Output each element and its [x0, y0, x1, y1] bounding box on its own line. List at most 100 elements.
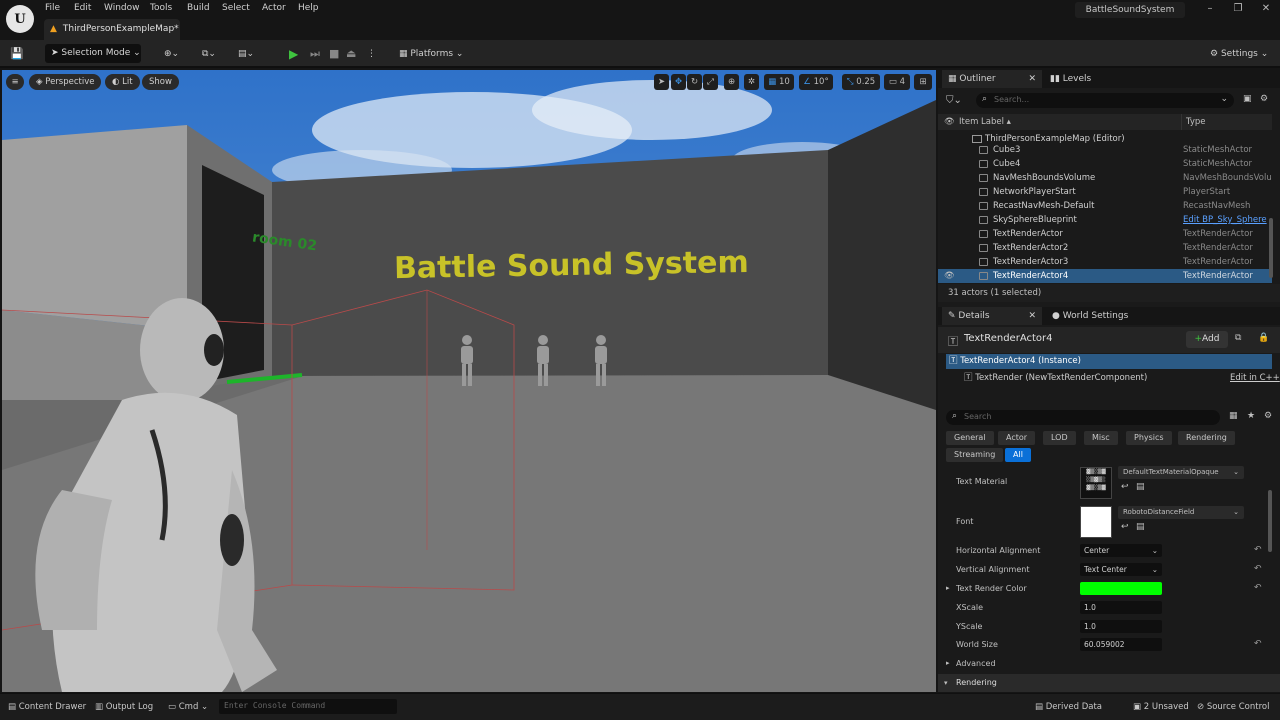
category-lod[interactable]: LOD	[1043, 431, 1076, 445]
level-tab[interactable]: ▲ ThirdPersonExampleMap*	[44, 19, 180, 40]
reset-icon[interactable]: ↶	[1254, 635, 1262, 654]
blueprint-icon[interactable]: ⧉	[1235, 333, 1241, 343]
component-row[interactable]: 🅃 TextRender (NewTextRenderComponent)	[964, 371, 1147, 386]
details-settings-icon[interactable]: ⚙	[1264, 411, 1272, 421]
camera-speed-button[interactable]: ▭ 4	[884, 74, 910, 90]
selection-mode-dropdown[interactable]: ➤ Selection Mode ⌄	[45, 44, 141, 63]
add-folder-icon[interactable]: ▣	[1243, 94, 1252, 104]
outliner-row[interactable]: Cube4 StaticMeshActor	[938, 157, 1272, 171]
show-button[interactable]: Show	[142, 74, 179, 90]
outliner-row[interactable]: NavMeshBoundsVolume NavMeshBoundsVolu	[938, 171, 1272, 185]
platforms-dropdown[interactable]: ▦ Platforms ⌄	[399, 45, 463, 63]
surface-snap-icon[interactable]: ✲	[744, 74, 759, 90]
col-item-label[interactable]: Item Label ▴	[959, 114, 1011, 130]
category-actor[interactable]: Actor	[998, 431, 1036, 445]
outliner-settings-icon[interactable]: ⚙	[1260, 94, 1268, 104]
menu-file[interactable]: File	[45, 3, 60, 17]
star-icon[interactable]: ★	[1247, 411, 1255, 421]
menu-edit[interactable]: Edit	[74, 3, 91, 17]
outliner-row[interactable]: TextRenderActor TextRenderActor	[938, 227, 1272, 241]
world-size-input[interactable]: 60.059002	[1080, 638, 1162, 651]
color-swatch[interactable]	[1080, 582, 1162, 595]
cinematics-icon[interactable]: ▤⌄	[238, 45, 254, 63]
outliner-search-input[interactable]: ⌕ Search... ⌄	[976, 93, 1234, 108]
font-thumbnail[interactable]	[1080, 506, 1112, 538]
outliner-row[interactable]: TextRenderActor2 TextRenderActor	[938, 241, 1272, 255]
outliner-row[interactable]: NetworkPlayerStart PlayerStart	[938, 185, 1272, 199]
perspective-button[interactable]: ◈ Perspective	[29, 74, 102, 90]
lit-button[interactable]: ◐ Lit	[105, 74, 140, 90]
outliner-tab[interactable]: ▦ Outliner ✕	[942, 70, 1042, 88]
output-log-button[interactable]: ▥ Output Log	[95, 700, 153, 714]
category-misc[interactable]: Misc	[1084, 431, 1118, 445]
edit-blueprint-link[interactable]: Edit BP_Sky_Sphere	[1183, 213, 1267, 227]
menu-window[interactable]: Window	[104, 3, 140, 17]
use-selected-icon[interactable]: ↩	[1121, 482, 1129, 492]
actor-name-field[interactable]: TextRenderActor4	[964, 333, 1053, 344]
level-viewport[interactable]: room 02 Battle Sound System ≡ ◈ Perspect…	[2, 70, 936, 692]
details-tab[interactable]: ✎ Details ✕	[942, 307, 1042, 325]
edit-in-cpp-link[interactable]: Edit in C++	[1230, 371, 1280, 386]
font-picker[interactable]: RobotoDistanceField ⌄	[1118, 506, 1244, 519]
advanced-row[interactable]: ▸ Advanced	[938, 654, 1272, 673]
visibility-icon[interactable]: 👁	[944, 114, 955, 130]
derived-data-button[interactable]: ▤ Derived Data	[1035, 700, 1102, 714]
outliner-row[interactable]: Cube3 StaticMeshActor	[938, 143, 1272, 157]
browse-icon[interactable]: ▤	[1136, 482, 1145, 492]
cmd-dropdown[interactable]: ▭ Cmd ⌄	[168, 700, 208, 714]
maximize-icon[interactable]: ❐	[1228, 3, 1248, 17]
select-tool-icon[interactable]: ➤	[654, 74, 669, 90]
use-selected-icon[interactable]: ↩	[1121, 522, 1129, 532]
lock-icon[interactable]: 🔒	[1258, 333, 1269, 343]
outliner-row[interactable]: SkySphereBlueprint Edit BP_Sky_Sphere	[938, 213, 1272, 227]
rotate-tool-icon[interactable]: ↻	[687, 74, 702, 90]
minimize-icon[interactable]: –	[1200, 3, 1220, 17]
details-scrollbar[interactable]	[1268, 490, 1272, 552]
eject-icon[interactable]: ⏏	[346, 45, 356, 63]
category-physics[interactable]: Physics	[1126, 431, 1172, 445]
viewport-menu-icon[interactable]: ≡	[6, 74, 24, 90]
outliner-row[interactable]: RecastNavMesh-Default RecastNavMesh	[938, 199, 1272, 213]
outliner-row[interactable]: TextRenderActor3 TextRenderActor	[938, 255, 1272, 269]
unreal-logo-icon[interactable]: U	[6, 5, 34, 33]
menu-tools[interactable]: Tools	[150, 3, 172, 17]
vertical-alignment-select[interactable]: Text Center ⌄	[1080, 563, 1162, 576]
save-icon[interactable]: 💾	[10, 45, 24, 63]
scene-title-text[interactable]: Battle Sound System	[394, 245, 749, 286]
world-settings-tab[interactable]: ● World Settings	[1052, 307, 1128, 325]
reset-icon[interactable]: ↶	[1254, 541, 1262, 560]
category-all[interactable]: All	[1005, 448, 1031, 462]
category-rendering[interactable]: Rendering	[1178, 431, 1235, 445]
menu-actor[interactable]: Actor	[262, 3, 286, 17]
levels-tab[interactable]: ▮▮ Levels	[1050, 70, 1091, 88]
outliner-scrollbar[interactable]	[1269, 218, 1273, 278]
reset-icon[interactable]: ↶	[1254, 579, 1262, 598]
add-content-icon[interactable]: ⊕⌄	[164, 45, 179, 63]
world-space-icon[interactable]: ⊕	[724, 74, 739, 90]
yscale-input[interactable]: 1.0	[1080, 620, 1162, 633]
grid-snap-button[interactable]: ▦ 10	[764, 74, 794, 90]
stop-icon[interactable]: ■	[329, 45, 339, 63]
menu-select[interactable]: Select	[222, 3, 250, 17]
material-picker[interactable]: DefaultTextMaterialOpaque ⌄	[1118, 466, 1244, 479]
table-view-icon[interactable]: ▦	[1229, 411, 1238, 421]
rendering-section-header[interactable]: ▾ Rendering	[938, 674, 1280, 692]
category-streaming[interactable]: Streaming	[946, 448, 1004, 462]
filter-icon[interactable]: ⛉⌄	[946, 95, 962, 106]
rotation-snap-button[interactable]: ∠ 10°	[799, 74, 833, 90]
expand-arrow-icon[interactable]: ▸	[946, 579, 950, 598]
material-thumbnail[interactable]: ▓▒░▒▓ ░▒▓▒░ ▓▒░▒▓	[1080, 467, 1112, 499]
outliner-row-selected[interactable]: 👁 TextRenderActor4 TextRenderActor	[938, 269, 1272, 283]
category-general[interactable]: General	[946, 431, 994, 445]
browse-icon[interactable]: ▤	[1136, 522, 1145, 532]
console-input[interactable]: Enter Console Command	[219, 699, 397, 714]
menu-build[interactable]: Build	[187, 3, 210, 17]
maximize-viewport-icon[interactable]: ⊞	[914, 74, 932, 90]
translate-tool-icon[interactable]: ✥	[671, 74, 686, 90]
settings-dropdown[interactable]: ⚙ Settings ⌄	[1210, 45, 1268, 63]
scale-tool-icon[interactable]: ⤢	[703, 74, 718, 90]
play-icon[interactable]: ▶	[289, 45, 298, 63]
reset-icon[interactable]: ↶	[1254, 560, 1262, 579]
col-type[interactable]: Type	[1181, 114, 1206, 130]
component-instance-row[interactable]: 🅃 TextRenderActor4 (Instance)	[946, 354, 1272, 369]
